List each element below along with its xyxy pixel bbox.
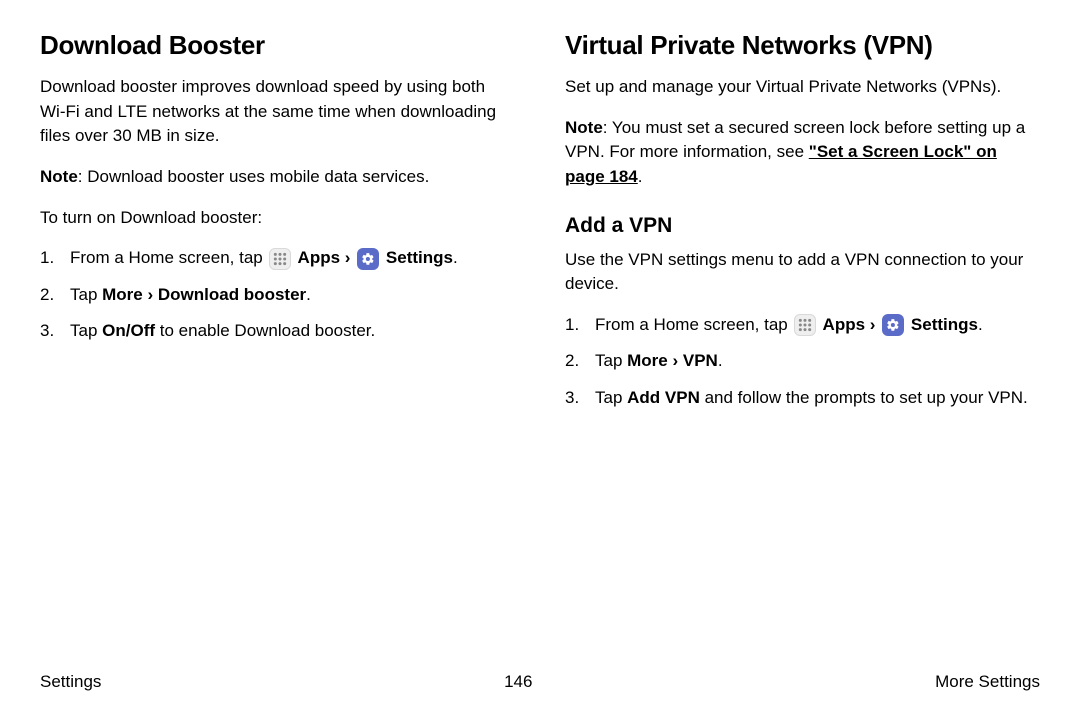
step-rest: and follow the prompts to set up your VP… — [700, 388, 1028, 407]
step-2: Tap More › VPN. — [565, 349, 1040, 374]
step-bold: Add VPN — [627, 388, 700, 407]
note-body: : Download booster uses mobile data serv… — [78, 167, 430, 186]
two-column-layout: Download Booster Download booster improv… — [40, 30, 1040, 423]
step-dot: . — [978, 315, 983, 334]
apps-icon — [269, 248, 291, 270]
step-2: Tap More › Download booster. — [40, 283, 515, 308]
lead-in-download-booster: To turn on Download booster: — [40, 206, 515, 231]
step-dot: . — [453, 248, 458, 267]
left-column: Download Booster Download booster improv… — [40, 30, 515, 423]
note-prefix: Note — [565, 118, 603, 137]
step-bold: More › VPN — [627, 351, 718, 370]
step-bold: More › Download booster — [102, 285, 306, 304]
step-3: Tap On/Off to enable Download booster. — [40, 319, 515, 344]
step-text: Tap — [595, 388, 627, 407]
step-3: Tap Add VPN and follow the prompts to se… — [565, 386, 1040, 411]
note-vpn: Note: You must set a secured screen lock… — [565, 116, 1040, 190]
step-rest: to enable Download booster. — [155, 321, 375, 340]
heading-download-booster: Download Booster — [40, 30, 515, 61]
step-1: From a Home screen, tap Apps › Settings. — [565, 313, 1040, 338]
note-download-booster: Note: Download booster uses mobile data … — [40, 165, 515, 190]
step-dot: . — [718, 351, 723, 370]
settings-label: Settings — [381, 248, 453, 267]
apps-icon — [794, 314, 816, 336]
step-dot: . — [306, 285, 311, 304]
sub-heading-add-vpn: Add a VPN — [565, 214, 1040, 238]
footer-left: Settings — [40, 672, 101, 692]
footer-center-page-number: 146 — [504, 672, 532, 692]
step-text: Tap — [70, 285, 102, 304]
page-footer: Settings 146 More Settings — [40, 672, 1040, 692]
step-bold: On/Off — [102, 321, 155, 340]
sub-intro-add-vpn: Use the VPN settings menu to add a VPN c… — [565, 248, 1040, 297]
heading-vpn: Virtual Private Networks (VPN) — [565, 30, 1040, 61]
intro-vpn: Set up and manage your Virtual Private N… — [565, 75, 1040, 100]
note-prefix: Note — [40, 167, 78, 186]
settings-icon — [882, 314, 904, 336]
settings-label: Settings — [906, 315, 978, 334]
step-text: From a Home screen, tap — [595, 315, 792, 334]
breadcrumb-sep: › — [340, 248, 355, 267]
apps-label: Apps — [818, 315, 865, 334]
intro-download-booster: Download booster improves download speed… — [40, 75, 515, 149]
step-text: From a Home screen, tap — [70, 248, 267, 267]
step-text: Tap — [595, 351, 627, 370]
step-1: From a Home screen, tap Apps › Settings. — [40, 246, 515, 271]
footer-right: More Settings — [935, 672, 1040, 692]
steps-download-booster: From a Home screen, tap Apps › Settings.… — [40, 246, 515, 344]
note-dot: . — [638, 167, 643, 186]
step-text: Tap — [70, 321, 102, 340]
settings-icon — [357, 248, 379, 270]
right-column: Virtual Private Networks (VPN) Set up an… — [565, 30, 1040, 423]
breadcrumb-sep: › — [865, 315, 880, 334]
steps-add-vpn: From a Home screen, tap Apps › Settings.… — [565, 313, 1040, 411]
apps-label: Apps — [293, 248, 340, 267]
